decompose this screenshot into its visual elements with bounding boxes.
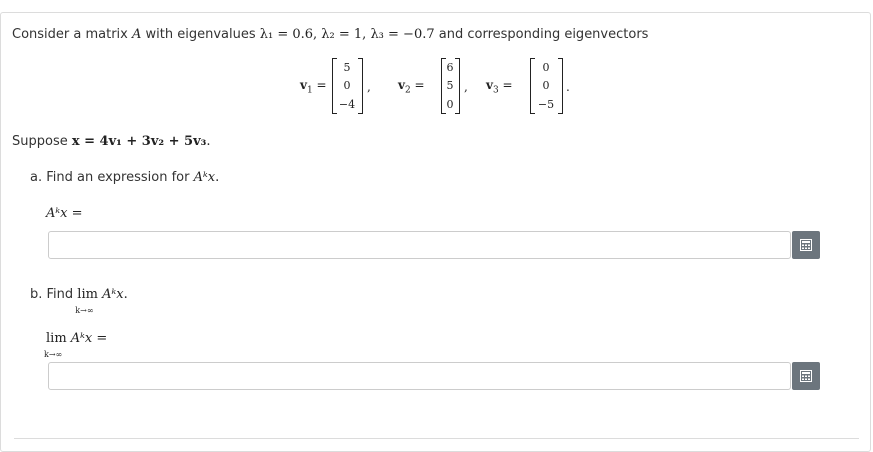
part-b-answer-label: lim k→∞ Aᵏx = bbox=[44, 331, 108, 359]
part-a-answer-label: Aᵏx = bbox=[46, 206, 83, 221]
part-b-prompt: b. Find lim k→∞ Aᵏx. bbox=[30, 287, 128, 315]
eigenvalues: λ₁ = 0.6, λ₂ = 1, λ₃ = −0.7 bbox=[259, 27, 435, 42]
part-b-answer-input[interactable] bbox=[48, 362, 791, 390]
part-a-answer-input[interactable] bbox=[48, 231, 791, 259]
calculator-icon bbox=[800, 370, 812, 382]
question-intro: Consider a matrix A with eigenvalues λ₁ … bbox=[12, 27, 649, 42]
calculator-icon bbox=[800, 239, 812, 251]
part-a-calculator-button[interactable] bbox=[792, 231, 820, 259]
suppose-statement: Suppose x = 4v₁ + 3v₂ + 5v₃. bbox=[12, 134, 211, 149]
part-a-prompt: a. Find an expression for Aᵏx. bbox=[30, 170, 220, 185]
divider bbox=[14, 438, 859, 439]
part-b-calculator-button[interactable] bbox=[792, 362, 820, 390]
